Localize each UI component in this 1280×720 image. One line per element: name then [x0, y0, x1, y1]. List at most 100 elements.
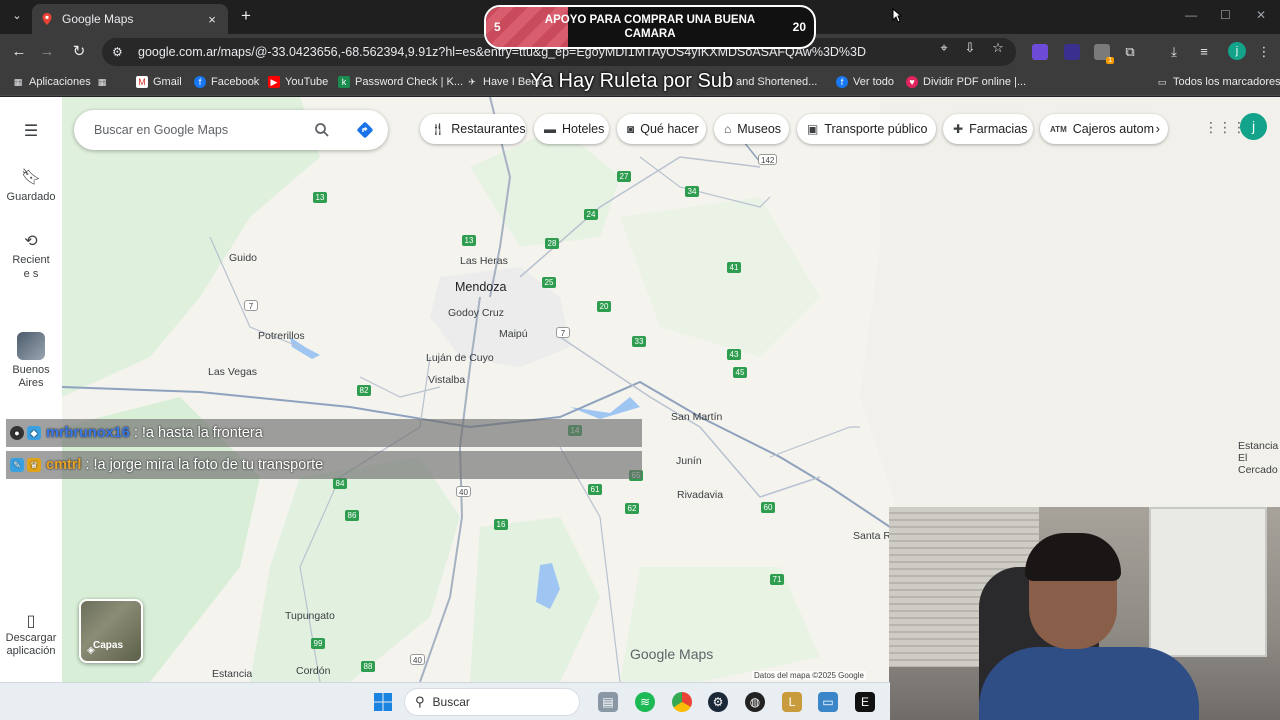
spotify-icon[interactable]: ≋ — [635, 692, 655, 712]
chip-public-transport[interactable]: ▣ Transporte público — [797, 114, 936, 144]
camera-icon: ◙ — [627, 122, 635, 136]
bookmark-gmail[interactable]: M Gmail — [136, 76, 182, 88]
extension-icon[interactable] — [1032, 44, 1048, 60]
city-label[interactable]: Tupungato — [285, 610, 335, 622]
city-label[interactable]: Mendoza — [455, 280, 506, 294]
city-label[interactable]: Junín — [676, 455, 702, 467]
city-label[interactable]: Estancia — [212, 668, 252, 680]
place-thumbnail — [17, 332, 45, 360]
apps-grid-icon: ▦ — [13, 77, 23, 87]
pharmacy-icon: ✚ — [953, 122, 964, 136]
bookmark-aplicaciones[interactable]: ▦ Aplicaciones — [12, 76, 91, 88]
bookmark-grid[interactable]: ▦ — [96, 76, 113, 88]
forward-icon[interactable]: → — [38, 43, 56, 61]
city-label[interactable]: Luján de Cuyo — [426, 352, 494, 364]
city-label[interactable]: Vistalba — [428, 374, 465, 386]
menu-dots-icon[interactable]: ⋮ — [1256, 44, 1272, 60]
layers-button[interactable]: ◈ Capas — [79, 599, 143, 663]
bookmark-facebook[interactable]: f Facebook — [194, 76, 259, 88]
youtube-icon: ▶ — [268, 76, 280, 88]
city-label[interactable]: Las Vegas — [208, 366, 257, 378]
city-label[interactable]: Maipú — [499, 328, 528, 340]
chip-museums[interactable]: ⌂ Museos — [714, 114, 789, 144]
windows-start-icon[interactable] — [373, 692, 393, 712]
bookmark-star-icon[interactable]: ☆ — [990, 40, 1006, 56]
bookmark-all-folder[interactable]: ▭ Todos los marcadores — [1156, 76, 1280, 88]
layers-label: ◈ Capas — [87, 640, 124, 656]
chrome-icon[interactable] — [672, 692, 692, 712]
google-maps-logo: Google Maps — [630, 646, 714, 662]
install-app-icon[interactable]: ⇩ — [962, 40, 978, 56]
tab-close-icon[interactable]: × — [204, 12, 220, 27]
phone-icon: ▯ — [26, 613, 36, 630]
route-shield: 7 — [556, 327, 570, 338]
route-shield: 33 — [632, 336, 646, 347]
bookmark-dividir-pdf[interactable]: ♥ Dividir PDF online |... — [906, 76, 1026, 88]
bookmark-youtube[interactable]: ▶ YouTube — [268, 76, 328, 88]
menu-button[interactable]: ☰ — [0, 121, 62, 145]
steam-icon[interactable]: ⚙ — [708, 692, 728, 712]
city-label[interactable]: Estancia El Cercado — [1238, 440, 1280, 476]
reload-icon[interactable]: ↻ — [70, 43, 88, 61]
new-tab-button[interactable]: + — [236, 6, 256, 26]
file-explorer-icon[interactable]: ▤ — [598, 692, 618, 712]
route-shield: 34 — [685, 186, 699, 197]
route-shield: 40 — [456, 486, 471, 497]
download-app-button[interactable]: ▯ Descargar aplicación — [0, 613, 62, 658]
window-close-icon[interactable]: ✕ — [1256, 8, 1266, 22]
downloads-icon[interactable]: ⤓ — [1166, 44, 1182, 60]
extension-badge: 1 — [1106, 57, 1114, 64]
directions-icon[interactable] — [356, 121, 374, 139]
tab-google-maps[interactable]: Google Maps × — [32, 4, 228, 34]
tab-search-chevron-icon[interactable]: ⌄ — [8, 9, 26, 25]
league-of-legends-icon[interactable]: L — [782, 692, 802, 712]
chat-text: : !a jorge mira la foto de tu transporte — [85, 457, 324, 473]
chip-pharmacies[interactable]: ✚ Farmacias — [943, 114, 1033, 144]
profile-avatar[interactable]: j — [1228, 42, 1246, 60]
saved-button[interactable]: 🔖︎ Guardado — [0, 167, 62, 203]
obs-icon[interactable]: ◍ — [745, 692, 765, 712]
minimize-icon[interactable]: — — [1185, 8, 1197, 22]
whiteboard — [1149, 507, 1267, 657]
route-shield: 13 — [462, 235, 476, 246]
recent-place-buenos-aires[interactable]: Buenos Aires — [0, 332, 62, 390]
chip-hotels[interactable]: ▬ Hoteles — [534, 114, 609, 144]
search-icon[interactable] — [314, 122, 330, 138]
account-avatar[interactable]: j — [1240, 113, 1267, 140]
location-icon[interactable]: ⌖ — [936, 40, 952, 56]
crown-badge-icon: ♛ — [27, 458, 41, 472]
city-label[interactable]: San Martín — [671, 411, 722, 423]
gmail-icon: M — [136, 76, 148, 88]
taskbar-search[interactable]: ⚲ Buscar — [404, 688, 580, 716]
puzzle-extensions-icon[interactable]: ⧉ — [1122, 44, 1138, 60]
back-icon[interactable]: ← — [10, 43, 28, 61]
goal-target: 20 — [792, 20, 806, 34]
map-attribution[interactable]: Datos del mapa ©2025 Google — [752, 671, 866, 680]
extension-icon[interactable]: 1 — [1094, 44, 1114, 64]
city-label[interactable]: Potrerillos — [258, 330, 305, 342]
person-torso — [979, 647, 1199, 720]
google-apps-icon[interactable]: ⋮⋮⋮ — [1204, 119, 1246, 137]
chip-things-to-do[interactable]: ◙ Qué hacer — [617, 114, 706, 144]
chip-atms[interactable]: ATM Cajeros autom › — [1040, 114, 1168, 144]
media-control-icon[interactable]: ≡ — [1196, 44, 1212, 60]
epic-games-icon[interactable]: E — [855, 692, 875, 712]
search-input[interactable]: Buscar en Google Maps — [94, 123, 228, 137]
maximize-icon[interactable]: ☐ — [1220, 8, 1231, 22]
city-label[interactable]: Las Heras — [460, 255, 508, 267]
city-label[interactable]: Cordón — [296, 665, 330, 677]
bookmark-ver-todo[interactable]: f Ver todo — [836, 76, 894, 88]
maps-search-box[interactable]: Buscar en Google Maps — [74, 110, 388, 150]
bookmark-password-check[interactable]: k Password Check | K... — [338, 76, 463, 88]
recent-button[interactable]: ⟲ Reciente s — [0, 234, 62, 281]
photos-icon[interactable]: ▭ — [818, 692, 838, 712]
city-label[interactable]: Guido — [229, 252, 257, 264]
chip-restaurants[interactable]: 🍴︎ Restaurantes — [420, 114, 526, 144]
chevron-right-icon[interactable]: › — [1156, 121, 1160, 136]
site-info-icon[interactable]: ⚙ — [112, 45, 130, 59]
extension-icon[interactable] — [1064, 44, 1080, 60]
city-label[interactable]: Godoy Cruz — [448, 307, 504, 319]
route-shield: 88 — [361, 661, 375, 672]
city-label[interactable]: Rivadavia — [677, 489, 723, 501]
bookmark-shortened[interactable]: and Shortened... — [736, 76, 817, 88]
